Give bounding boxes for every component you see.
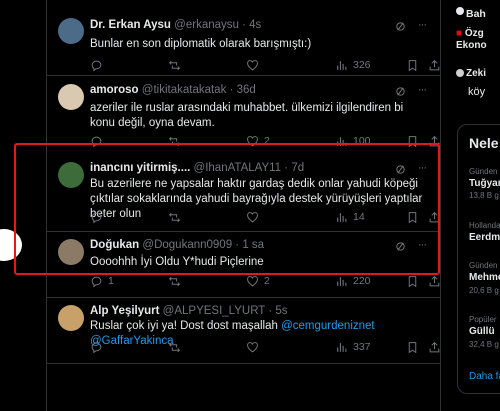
trend-count: 13,8 B g [469, 191, 499, 200]
views-button[interactable]: 326 [335, 58, 371, 72]
trend-title[interactable]: Tuğyan [469, 178, 500, 189]
avatar[interactable] [456, 7, 464, 15]
views-count: 220 [353, 275, 371, 287]
heart-icon [247, 59, 258, 70]
tweet-actions: 326 [90, 58, 440, 72]
avatar[interactable] [58, 18, 84, 44]
trend-title[interactable]: Güllü [469, 326, 495, 337]
bookmark-button[interactable] [406, 58, 419, 72]
sidebar-sub-text: Ekono [456, 40, 487, 51]
repost-icon [168, 342, 181, 352]
sidebar-user2[interactable]: Zeki [466, 68, 486, 79]
bookmark-icon [408, 275, 417, 287]
reply-icon [91, 60, 102, 71]
mention-link[interactable]: @cemgurdeniznet [281, 320, 375, 332]
reply-button[interactable]: 1 [90, 274, 114, 288]
trend-count: 32,4 B g [469, 340, 499, 349]
trends-panel: Nele Günden Tuğyan 13,8 B g Hollanda Eer… [457, 124, 500, 394]
tweet-text: azeriler ile ruslar arasındaki muhabbet.… [90, 102, 404, 129]
views-icon [337, 342, 347, 352]
views-icon [337, 276, 347, 286]
likes-count: 2 [264, 275, 270, 287]
like-button[interactable] [246, 58, 259, 72]
tweet-actions: 1 2 220 [90, 274, 440, 288]
grok-icon[interactable] [395, 86, 406, 97]
sidebar-user2-text: köy [468, 86, 486, 98]
reply-button[interactable] [90, 340, 103, 354]
author-handle[interactable]: @ALPYESI_LYURT [163, 305, 265, 317]
timestamp[interactable]: 5s [275, 305, 287, 317]
views-button[interactable]: 337 [335, 340, 371, 354]
turkey-flag-icon: ■ [456, 28, 463, 39]
bookmark-icon [408, 341, 417, 353]
separator-dot: · [229, 84, 234, 96]
trends-title: Nele [469, 135, 499, 151]
avatar[interactable] [58, 305, 84, 331]
trend-context: Hollanda [469, 221, 500, 230]
reply-button[interactable] [90, 58, 103, 72]
repost-button[interactable] [168, 274, 181, 288]
share-icon [429, 341, 440, 352]
share-button[interactable] [428, 340, 441, 354]
tweet-actions: 337 [90, 340, 440, 354]
views-count: 326 [353, 59, 371, 71]
author-name[interactable]: Alp Yeşilyurt [90, 305, 159, 317]
reply-icon [91, 342, 102, 353]
repost-button[interactable] [168, 340, 181, 354]
timestamp[interactable]: 36d [237, 84, 256, 96]
bookmark-button[interactable] [406, 340, 419, 354]
sidebar-top-name[interactable]: Bah [466, 8, 486, 20]
heart-icon [247, 275, 258, 286]
like-button[interactable] [246, 340, 259, 354]
separator-dot: · [242, 19, 246, 31]
bookmark-button[interactable] [406, 274, 419, 288]
trend-context: Günden [469, 167, 498, 176]
author-handle[interactable]: @tikitakatakatak [142, 84, 227, 96]
more-options-icon[interactable]: ··· [418, 19, 430, 31]
show-more-link[interactable]: Daha fa [469, 371, 500, 382]
sidebar-news-line[interactable]: ■ Özg [456, 28, 484, 39]
share-icon [429, 275, 440, 286]
repost-icon [168, 60, 181, 70]
separator-dot: · [268, 305, 273, 317]
bookmark-icon [408, 59, 417, 71]
avatar[interactable] [58, 84, 84, 110]
trend-count: 20,6 B g [469, 286, 499, 295]
repost-icon [168, 276, 181, 286]
views-count: 337 [353, 341, 371, 353]
highlight-box [14, 143, 440, 275]
views-button[interactable]: 220 [335, 274, 371, 288]
views-icon [337, 60, 347, 70]
share-button[interactable] [428, 274, 441, 288]
author-handle[interactable]: @erkanaysu [174, 19, 239, 31]
trend-title[interactable]: Mehme [469, 272, 500, 283]
sidebar-flag-text: Özg [464, 28, 484, 39]
share-icon [429, 59, 440, 70]
author-name[interactable]: amoroso [90, 84, 139, 96]
author-name[interactable]: Dr. Erkan Aysu [90, 19, 171, 31]
like-button[interactable]: 2 [246, 274, 270, 288]
tweet-text-plain: Ruslar çok iyi ya! Dost dost maşallah [90, 320, 282, 332]
tweet-erkan-aysu[interactable]: Dr. Erkan Aysu @erkanaysu · 4s ··· Bunla… [47, 9, 440, 76]
avatar[interactable] [456, 69, 464, 77]
grok-icon[interactable] [395, 21, 406, 32]
tweet-text: Bunlar en son diplomatik olarak barışmış… [90, 38, 312, 50]
tweet-amoroso[interactable]: amoroso @tikitakatakatak · 36d ··· azeri… [47, 75, 440, 147]
replies-count: 1 [108, 275, 114, 287]
tweet-alp-yesilyurt[interactable]: Alp Yeşilyurt @ALPYESI_LYURT · 5s Ruslar… [47, 297, 440, 364]
heart-icon [247, 341, 258, 352]
timestamp[interactable]: 4s [249, 19, 261, 31]
more-options-icon[interactable]: ··· [418, 84, 430, 96]
repost-button[interactable] [168, 58, 181, 72]
trend-context: Günden [469, 261, 498, 270]
reply-icon [91, 276, 102, 287]
trend-context: Popüler [469, 315, 497, 324]
share-button[interactable] [428, 58, 441, 72]
trend-title[interactable]: Eerdm [469, 232, 500, 243]
